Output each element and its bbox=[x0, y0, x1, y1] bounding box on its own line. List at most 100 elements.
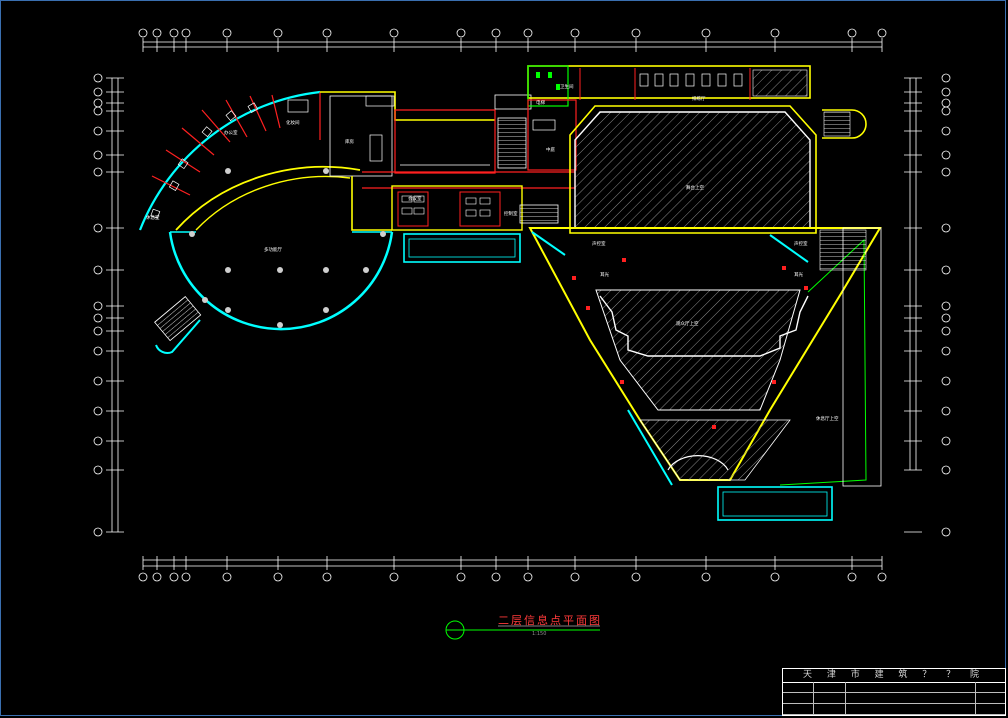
axis-bubble bbox=[877, 28, 887, 38]
axis-bubble bbox=[941, 73, 951, 83]
axis-bubble bbox=[389, 28, 399, 38]
label-room-c: 中庭 bbox=[546, 146, 555, 153]
axis-bubble bbox=[181, 572, 191, 582]
axis-bubble bbox=[322, 572, 332, 582]
axis-bubble bbox=[93, 313, 103, 323]
axis-bubble bbox=[770, 572, 780, 582]
axis-bubbles bbox=[93, 28, 951, 582]
title-block: 天 津 市 建 筑 ？ ？ 院 bbox=[782, 668, 1006, 716]
axis-bubble bbox=[941, 376, 951, 386]
floor-plan: 多功能厅 舞台上空 中庭 观众厅上空 库房 休息厅上空 耳光 耳光 声控室 声控… bbox=[93, 28, 951, 640]
axis-bubble bbox=[941, 326, 951, 336]
axis-bubble bbox=[491, 28, 501, 38]
axis-bubble bbox=[93, 167, 103, 177]
label-room-p: 休息室 bbox=[146, 214, 160, 221]
axis-bubble bbox=[93, 301, 103, 311]
axis-bubble bbox=[138, 572, 148, 582]
title-block-row bbox=[783, 704, 1005, 715]
drawing-title: 二层信息点平面图 bbox=[498, 614, 602, 627]
axis-bubble bbox=[941, 313, 951, 323]
axis-bubble bbox=[389, 572, 399, 582]
axis-bubble bbox=[152, 572, 162, 582]
axis-bubble bbox=[93, 326, 103, 336]
title-block-row bbox=[783, 693, 1005, 704]
axis-bubble bbox=[701, 28, 711, 38]
axis-bubble bbox=[941, 150, 951, 160]
axis-bubble bbox=[570, 28, 580, 38]
drawing-scale: 1:150 bbox=[532, 631, 547, 637]
label-room-b: 舞台上空 bbox=[686, 184, 704, 191]
title-block-institute: 天 津 市 建 筑 ？ ？ 院 bbox=[783, 669, 1005, 683]
axis-bubble bbox=[456, 28, 466, 38]
axis-bubble bbox=[93, 223, 103, 233]
label-room-e: 库房 bbox=[345, 138, 354, 145]
axis-bubble bbox=[941, 465, 951, 475]
axis-bubble bbox=[941, 98, 951, 108]
axis-bubble bbox=[941, 527, 951, 537]
axis-bubble bbox=[93, 150, 103, 160]
label-room-o: 会议室 bbox=[408, 195, 422, 202]
axis-bubble bbox=[93, 73, 103, 83]
axis-bubble bbox=[877, 572, 887, 582]
axis-bubble bbox=[273, 572, 283, 582]
axis-bubble bbox=[847, 572, 857, 582]
label-room-l: 排练厅 bbox=[692, 95, 706, 102]
axis-bubble bbox=[93, 126, 103, 136]
axis-bubble bbox=[701, 572, 711, 582]
auditorium bbox=[528, 227, 882, 521]
axis-bubble bbox=[523, 28, 533, 38]
axis-bubble bbox=[941, 406, 951, 416]
axis-bubble bbox=[93, 87, 103, 97]
label-room-k: 卫生间 bbox=[560, 83, 574, 90]
axis-bubble bbox=[941, 436, 951, 446]
label-room-h: 声控室 bbox=[592, 240, 606, 247]
axis-bubble bbox=[93, 465, 103, 475]
axis-bubble bbox=[93, 265, 103, 275]
label-room-j: 控制室 bbox=[504, 210, 518, 217]
axis-bubble bbox=[138, 28, 148, 38]
axis-bubble bbox=[93, 436, 103, 446]
label-room-i: 电梯 bbox=[536, 99, 545, 106]
axis-bubble bbox=[93, 98, 103, 108]
label-room-d: 观众厅上空 bbox=[676, 320, 699, 327]
axis-bubble bbox=[181, 28, 191, 38]
left-wing bbox=[138, 90, 394, 354]
axis-bubble bbox=[93, 346, 103, 356]
label-room-n: 办公室 bbox=[224, 129, 238, 136]
axis-bubble bbox=[941, 346, 951, 356]
axis-bubble bbox=[770, 28, 780, 38]
axis-bubble bbox=[491, 572, 501, 582]
axis-bubble bbox=[456, 572, 466, 582]
label-room-a: 多功能厅 bbox=[264, 246, 282, 253]
axis-bubble bbox=[273, 28, 283, 38]
axis-bubble bbox=[941, 126, 951, 136]
label-room-g1: 耳光 bbox=[600, 271, 609, 278]
axis-bubble bbox=[941, 167, 951, 177]
axis-bubble bbox=[152, 28, 162, 38]
axis-bubble bbox=[941, 106, 951, 116]
axis-bubble bbox=[222, 572, 232, 582]
axis-bubble bbox=[93, 106, 103, 116]
axis-bubble bbox=[222, 28, 232, 38]
axis-bubble bbox=[169, 28, 179, 38]
axis-bubble bbox=[570, 572, 580, 582]
label-room-h2: 声控室 bbox=[794, 240, 808, 247]
axis-bubble bbox=[169, 572, 179, 582]
axis-bubble bbox=[322, 28, 332, 38]
axis-bubble bbox=[941, 87, 951, 97]
stage-area bbox=[574, 111, 811, 229]
axis-bubble bbox=[847, 28, 857, 38]
axis-bubble bbox=[523, 572, 533, 582]
axis-bubble bbox=[93, 406, 103, 416]
axis-bubble bbox=[631, 572, 641, 582]
axis-bubble bbox=[941, 265, 951, 275]
axis-bubble bbox=[941, 301, 951, 311]
axis-bubble bbox=[631, 28, 641, 38]
axis-bubble bbox=[93, 376, 103, 386]
label-room-m: 化妆间 bbox=[286, 119, 300, 126]
label-room-g2: 耳光 bbox=[794, 271, 803, 278]
label-room-f: 休息厅上空 bbox=[816, 415, 839, 422]
axis-bubble bbox=[941, 223, 951, 233]
axis-bubble bbox=[93, 527, 103, 537]
title-block-row bbox=[783, 682, 1005, 693]
